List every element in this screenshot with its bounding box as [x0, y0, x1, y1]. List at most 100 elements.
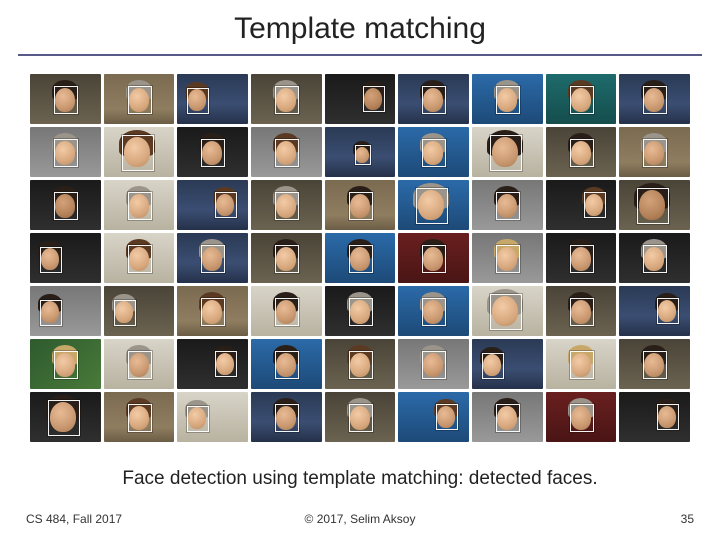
face-shape	[276, 141, 296, 165]
detection-thumbnail	[619, 74, 690, 124]
face-shape	[492, 137, 518, 167]
detection-thumbnail	[398, 339, 469, 389]
detection-thumbnail	[251, 127, 322, 177]
detection-thumbnail	[325, 339, 396, 389]
detection-thumbnail	[30, 339, 101, 389]
detection-thumbnail	[251, 233, 322, 283]
hair-shape	[273, 345, 299, 365]
detection-thumbnail	[472, 286, 543, 336]
hair-shape	[185, 400, 209, 418]
detection-thumbnail	[619, 392, 690, 442]
hair-shape	[126, 345, 152, 365]
detection-thumbnail	[104, 74, 175, 124]
face-shape	[50, 402, 76, 432]
face-shape	[571, 353, 591, 377]
face-shape	[41, 248, 59, 270]
face-shape	[55, 353, 75, 377]
face-shape	[202, 300, 222, 324]
face-shape	[55, 194, 75, 218]
face-shape	[276, 88, 296, 112]
hair-shape	[52, 345, 78, 365]
detection-thumbnail	[472, 127, 543, 177]
face-shape	[423, 141, 443, 165]
detection-thumbnail	[546, 233, 617, 283]
detection-thumbnail	[546, 286, 617, 336]
face-shape	[276, 300, 296, 324]
face-shape	[55, 88, 75, 112]
hair-shape	[199, 133, 225, 153]
face-shape	[658, 406, 676, 428]
face-shape	[129, 88, 149, 112]
detection-thumbnail	[30, 127, 101, 177]
hair-shape	[353, 141, 371, 155]
hair-shape	[487, 289, 523, 315]
face-shape	[571, 88, 591, 112]
hair-shape	[641, 345, 667, 365]
hair-shape	[126, 80, 152, 100]
face-shape	[364, 88, 382, 110]
face-shape	[276, 406, 296, 430]
hair-shape	[273, 239, 299, 259]
detection-thumbnail	[104, 127, 175, 177]
face-shape	[497, 88, 517, 112]
hair-shape	[420, 80, 446, 100]
face-shape	[216, 353, 234, 375]
slide-content: Face detection using template matching: …	[0, 56, 720, 490]
hair-shape	[420, 292, 446, 312]
detection-thumbnail	[472, 74, 543, 124]
face-shape	[350, 406, 370, 430]
detection-thumbnail	[325, 127, 396, 177]
detection-thumbnail	[398, 286, 469, 336]
detection-thumbnail	[104, 180, 175, 230]
hair-shape	[213, 346, 237, 364]
face-shape	[202, 141, 222, 165]
hair-shape	[45, 395, 81, 421]
slide-title: Template matching	[18, 12, 702, 46]
hair-shape	[641, 80, 667, 100]
face-shape	[585, 194, 603, 216]
detection-thumbnail	[251, 286, 322, 336]
hair-shape	[420, 133, 446, 153]
detection-thumbnail	[177, 286, 248, 336]
hair-shape	[494, 80, 520, 100]
detection-thumbnail	[325, 286, 396, 336]
face-shape	[129, 406, 149, 430]
hair-shape	[494, 239, 520, 259]
hair-shape	[38, 294, 62, 312]
hair-shape	[568, 133, 594, 153]
hair-shape	[112, 294, 136, 312]
hair-shape	[347, 398, 373, 418]
hair-shape	[199, 239, 225, 259]
face-shape	[124, 137, 150, 167]
face-shape	[497, 247, 517, 271]
face-shape	[437, 406, 455, 428]
detection-thumbnail	[104, 286, 175, 336]
hair-shape	[347, 239, 373, 259]
hair-shape	[52, 133, 78, 153]
face-shape	[423, 353, 443, 377]
slide-footer: CS 484, Fall 2017 © 2017, Selim Aksoy 35	[0, 512, 720, 526]
detection-thumbnail	[398, 74, 469, 124]
hair-shape	[487, 130, 523, 156]
detection-thumbnail	[619, 286, 690, 336]
hair-shape	[420, 345, 446, 365]
face-shape	[571, 141, 591, 165]
face-shape	[355, 147, 369, 163]
detection-thumbnail	[398, 180, 469, 230]
face-shape	[129, 353, 149, 377]
figure-caption: Face detection using template matching: …	[30, 468, 690, 490]
hair-shape	[52, 80, 78, 100]
hair-shape	[347, 292, 373, 312]
face-shape	[492, 296, 518, 326]
face-shape	[350, 353, 370, 377]
face-shape	[188, 89, 206, 111]
detection-thumbnail	[30, 392, 101, 442]
hair-shape	[199, 292, 225, 312]
detection-thumbnail	[472, 339, 543, 389]
hair-shape	[185, 82, 209, 100]
face-shape	[639, 190, 665, 220]
detection-thumbnail	[546, 127, 617, 177]
hair-shape	[568, 239, 594, 259]
hair-shape	[273, 398, 299, 418]
hair-shape	[126, 239, 152, 259]
